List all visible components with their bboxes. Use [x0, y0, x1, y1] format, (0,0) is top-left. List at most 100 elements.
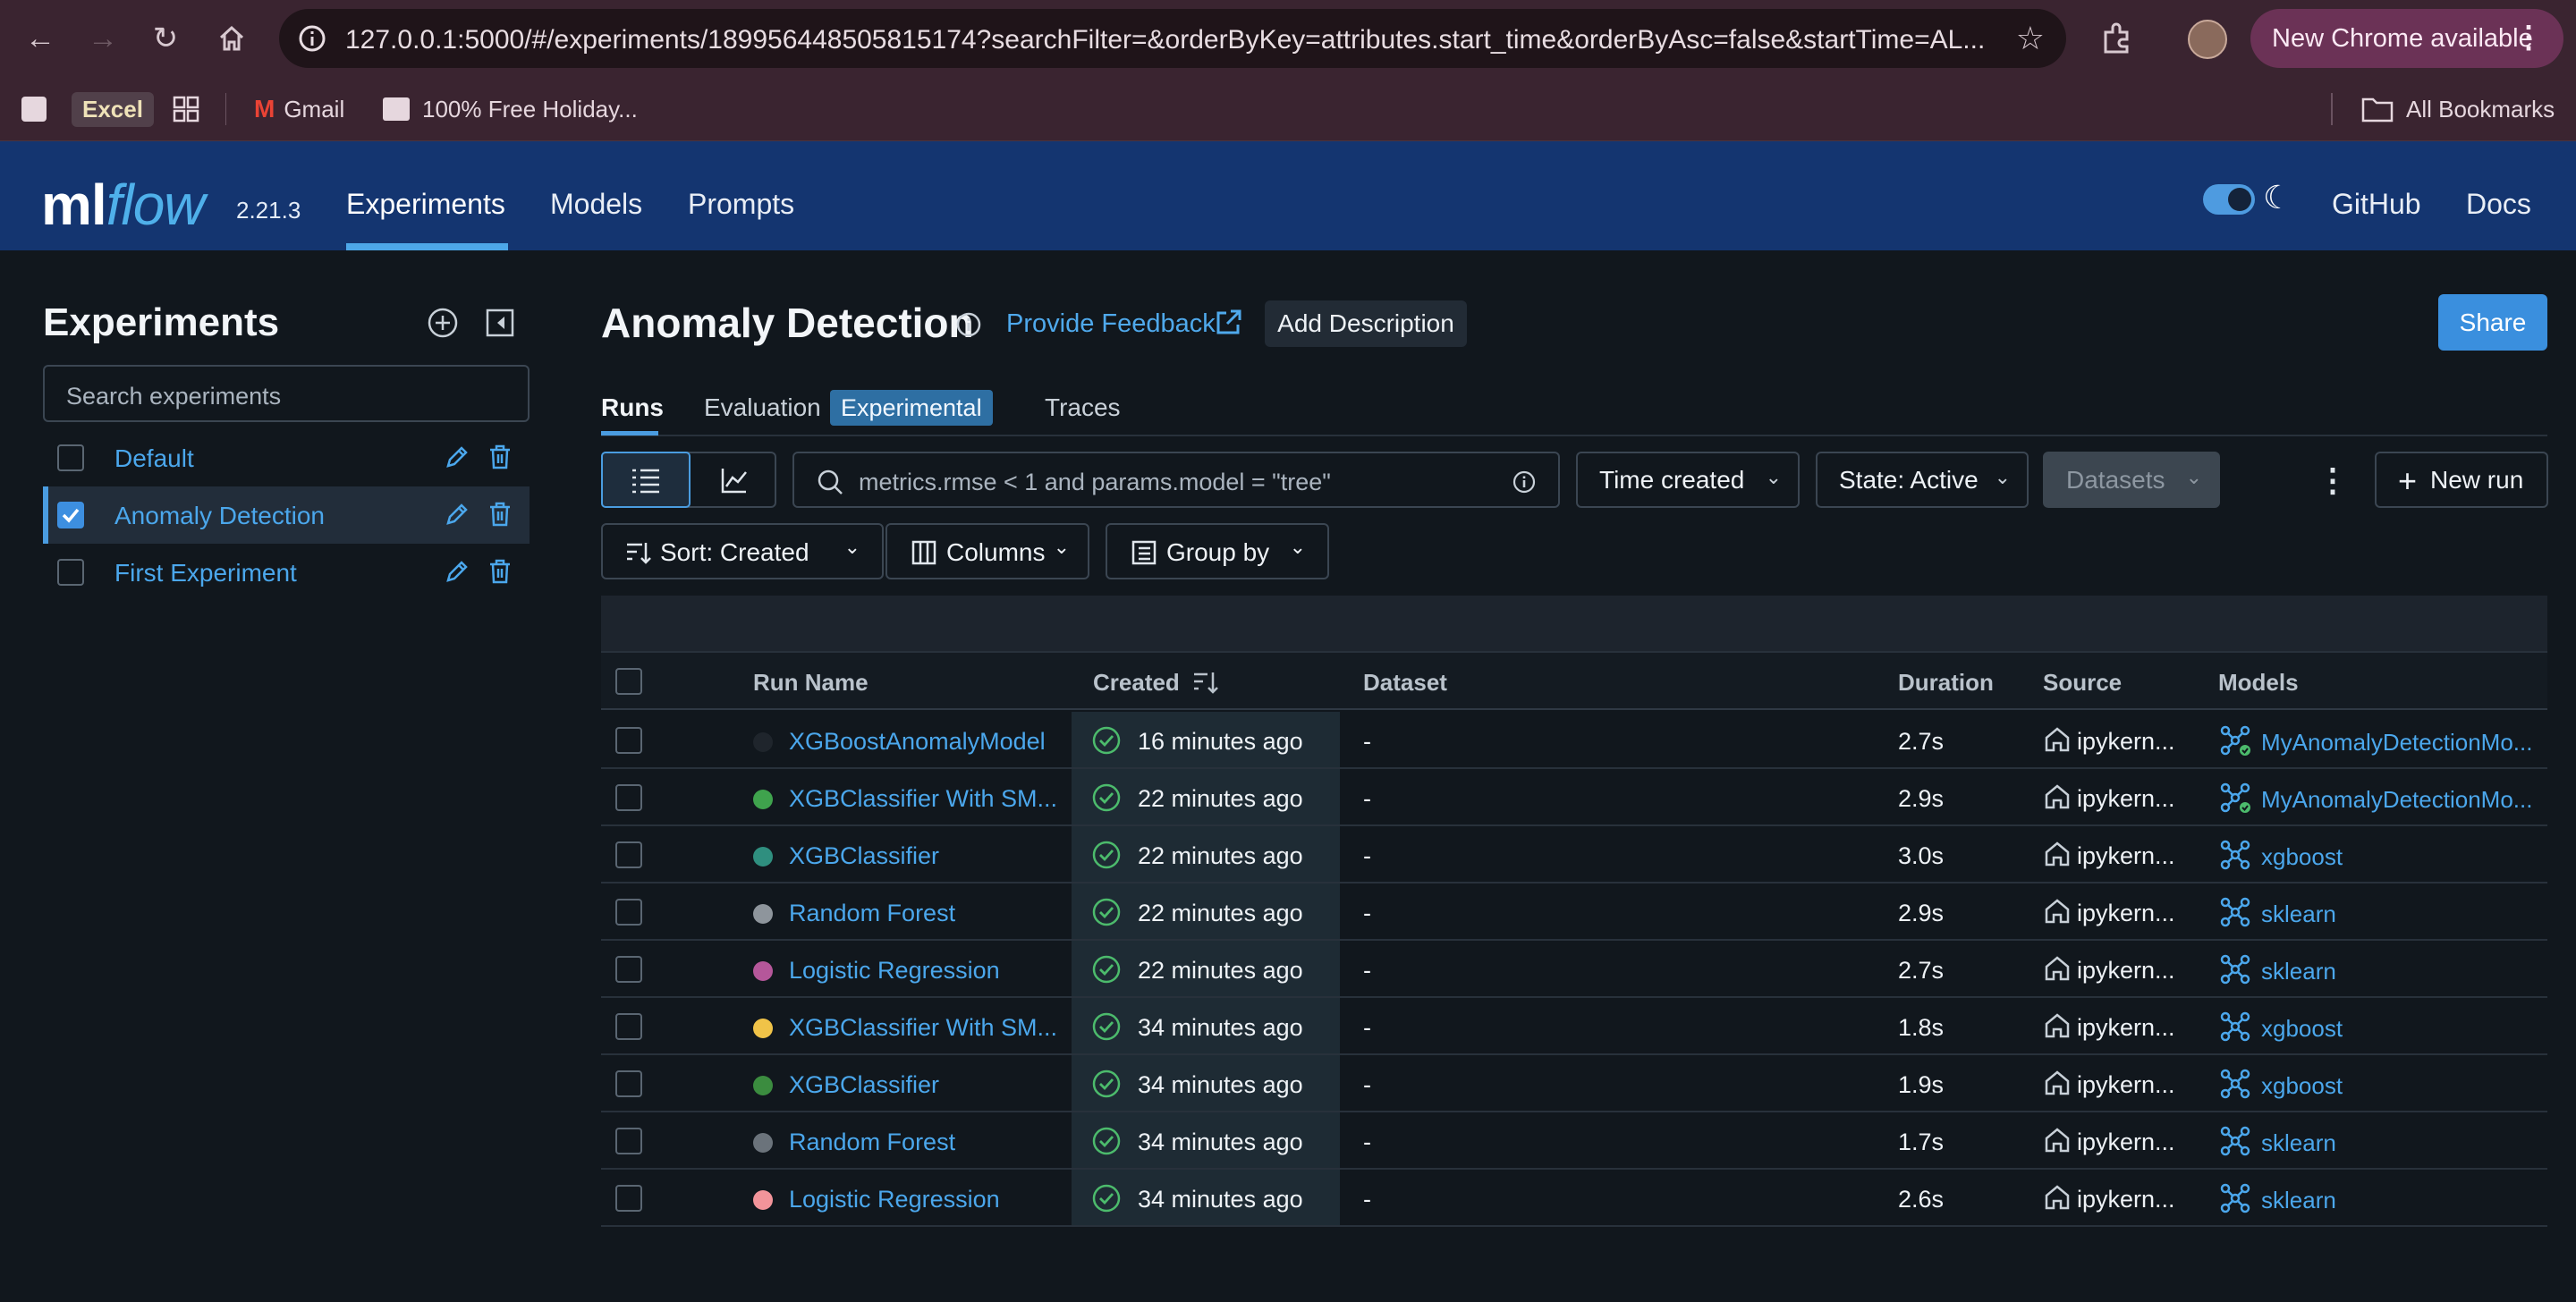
- share-button[interactable]: Share: [2438, 294, 2547, 351]
- model-link[interactable]: sklearn: [2261, 1187, 2336, 1214]
- home-icon[interactable]: [209, 16, 254, 61]
- extensions-icon[interactable]: [2097, 18, 2138, 59]
- column-dataset[interactable]: Dataset: [1363, 669, 1447, 697]
- run-name-link[interactable]: XGBClassifier With SM...: [789, 1014, 1057, 1042]
- row-checkbox[interactable]: [615, 841, 642, 868]
- run-color-dot[interactable]: [753, 1076, 773, 1095]
- model-link[interactable]: sklearn: [2261, 958, 2336, 985]
- run-name-link[interactable]: Logistic Regression: [789, 1186, 1000, 1213]
- bookmark-excel[interactable]: Excel: [21, 89, 154, 129]
- new-chrome-available-button[interactable]: New Chrome available ⋮: [2250, 9, 2563, 68]
- source-value[interactable]: ipykern...: [2077, 957, 2175, 985]
- collapse-sidebar-icon[interactable]: [483, 306, 517, 340]
- run-name-link[interactable]: Random Forest: [789, 900, 955, 927]
- table-view-button[interactable]: [601, 452, 691, 508]
- model-link[interactable]: sklearn: [2261, 1129, 2336, 1157]
- time-created-dropdown[interactable]: Time created ⌄: [1576, 452, 1800, 508]
- table-row[interactable]: Logistic Regression 34 minutes ago - 2.6…: [601, 1170, 2547, 1227]
- run-name-link[interactable]: XGBoostAnomalyModel: [789, 728, 1046, 756]
- sort-descending-icon[interactable]: [1191, 669, 1220, 696]
- table-row[interactable]: XGBClassifier With SM... 22 minutes ago …: [601, 769, 2547, 826]
- profile-avatar[interactable]: [2188, 20, 2227, 59]
- state-dropdown[interactable]: State: Active ⌄: [1816, 452, 2029, 508]
- run-name-link[interactable]: XGBClassifier: [789, 1071, 939, 1099]
- bookmark-gmail[interactable]: M Gmail: [254, 89, 344, 129]
- model-link[interactable]: sklearn: [2261, 900, 2336, 928]
- source-value[interactable]: ipykern...: [2077, 1014, 2175, 1042]
- run-name-link[interactable]: XGBClassifier With SM...: [789, 785, 1057, 813]
- bookmark-holiday[interactable]: 100% Free Holiday...: [383, 89, 638, 129]
- experiment-checkbox[interactable]: [57, 444, 84, 471]
- run-color-dot[interactable]: [753, 1133, 773, 1153]
- group-by-dropdown[interactable]: Group by ⌄: [1106, 523, 1329, 579]
- filter-info-icon[interactable]: [1512, 469, 1537, 495]
- back-icon[interactable]: ←: [18, 16, 63, 61]
- delete-icon[interactable]: [485, 442, 515, 472]
- experiment-item-anomaly-detection[interactable]: Anomaly Detection: [43, 486, 530, 544]
- column-duration[interactable]: Duration: [1898, 669, 1994, 697]
- row-checkbox[interactable]: [615, 899, 642, 926]
- dark-mode-toggle[interactable]: [2203, 184, 2255, 215]
- address-bar[interactable]: 127.0.0.1:5000/#/experiments/18995644850…: [279, 9, 2066, 68]
- source-value[interactable]: ipykern...: [2077, 1186, 2175, 1213]
- tab-evaluation[interactable]: Evaluation: [704, 393, 821, 422]
- tab-traces[interactable]: Traces: [1045, 393, 1121, 422]
- add-description-button[interactable]: Add Description: [1265, 300, 1467, 347]
- table-row[interactable]: Random Forest 34 minutes ago - 1.7s ipyk…: [601, 1112, 2547, 1170]
- bookmark-star-icon[interactable]: ☆: [2016, 20, 2045, 57]
- model-link[interactable]: MyAnomalyDetectionMo...: [2261, 786, 2532, 814]
- run-name-link[interactable]: Logistic Regression: [789, 957, 1000, 985]
- url-text[interactable]: 127.0.0.1:5000/#/experiments/18995644850…: [345, 25, 1991, 55]
- table-row[interactable]: Logistic Regression 22 minutes ago - 2.7…: [601, 941, 2547, 998]
- provide-feedback-link[interactable]: Provide Feedback: [1006, 309, 1216, 339]
- experiment-name[interactable]: First Experiment: [114, 559, 297, 588]
- table-row[interactable]: XGBClassifier 34 minutes ago - 1.9s ipyk…: [601, 1055, 2547, 1112]
- edit-icon[interactable]: [442, 499, 472, 529]
- experiment-item-first-experiment[interactable]: First Experiment: [43, 544, 530, 601]
- edit-icon[interactable]: [442, 556, 472, 587]
- column-models[interactable]: Models: [2218, 669, 2299, 697]
- table-row[interactable]: XGBClassifier With SM... 34 minutes ago …: [601, 998, 2547, 1055]
- create-experiment-icon[interactable]: [426, 306, 460, 340]
- apps-grid-icon[interactable]: [172, 89, 200, 129]
- run-color-dot[interactable]: [753, 1019, 773, 1038]
- chrome-menu-icon[interactable]: ⋮: [2513, 20, 2544, 55]
- row-checkbox[interactable]: [615, 784, 642, 811]
- info-icon[interactable]: [955, 311, 982, 338]
- row-checkbox[interactable]: [615, 1013, 642, 1040]
- run-color-dot[interactable]: [753, 790, 773, 809]
- source-value[interactable]: ipykern...: [2077, 785, 2175, 813]
- sort-dropdown[interactable]: Sort: Created ⌄: [601, 523, 884, 579]
- model-link[interactable]: xgboost: [2261, 1015, 2343, 1043]
- nav-docs[interactable]: Docs: [2466, 188, 2531, 221]
- external-link-icon[interactable]: [1213, 308, 1243, 338]
- source-value[interactable]: ipykern...: [2077, 842, 2175, 870]
- row-checkbox[interactable]: [615, 1185, 642, 1212]
- experiment-item-default[interactable]: Default: [43, 429, 530, 486]
- columns-dropdown[interactable]: Columns ⌄: [886, 523, 1089, 579]
- source-value[interactable]: ipykern...: [2077, 900, 2175, 927]
- run-name-link[interactable]: Random Forest: [789, 1129, 955, 1156]
- model-link[interactable]: xgboost: [2261, 1072, 2343, 1100]
- experiment-name[interactable]: Anomaly Detection: [114, 502, 325, 530]
- all-bookmarks-button[interactable]: All Bookmarks: [2361, 89, 2555, 129]
- model-link[interactable]: MyAnomalyDetectionMo...: [2261, 729, 2532, 757]
- row-checkbox[interactable]: [615, 956, 642, 983]
- more-options-icon[interactable]: ⋮: [2317, 461, 2349, 499]
- new-run-button[interactable]: + New run: [2375, 452, 2548, 508]
- table-row[interactable]: Random Forest 22 minutes ago - 2.9s ipyk…: [601, 884, 2547, 941]
- mlflow-logo[interactable]: mlflow: [41, 172, 205, 238]
- reload-icon[interactable]: ↻: [143, 16, 188, 61]
- select-all-checkbox[interactable]: [615, 668, 642, 695]
- experiment-checkbox-checked[interactable]: [57, 502, 84, 528]
- run-color-dot[interactable]: [753, 847, 773, 867]
- column-created[interactable]: Created: [1093, 669, 1180, 697]
- nav-models[interactable]: Models: [550, 188, 642, 221]
- forward-icon[interactable]: →: [80, 16, 125, 61]
- delete-icon[interactable]: [485, 556, 515, 587]
- datasets-dropdown[interactable]: Datasets ⌄: [2043, 452, 2220, 508]
- nav-github[interactable]: GitHub: [2332, 188, 2421, 221]
- column-source[interactable]: Source: [2043, 669, 2122, 697]
- row-checkbox[interactable]: [615, 1128, 642, 1154]
- row-checkbox[interactable]: [615, 1070, 642, 1097]
